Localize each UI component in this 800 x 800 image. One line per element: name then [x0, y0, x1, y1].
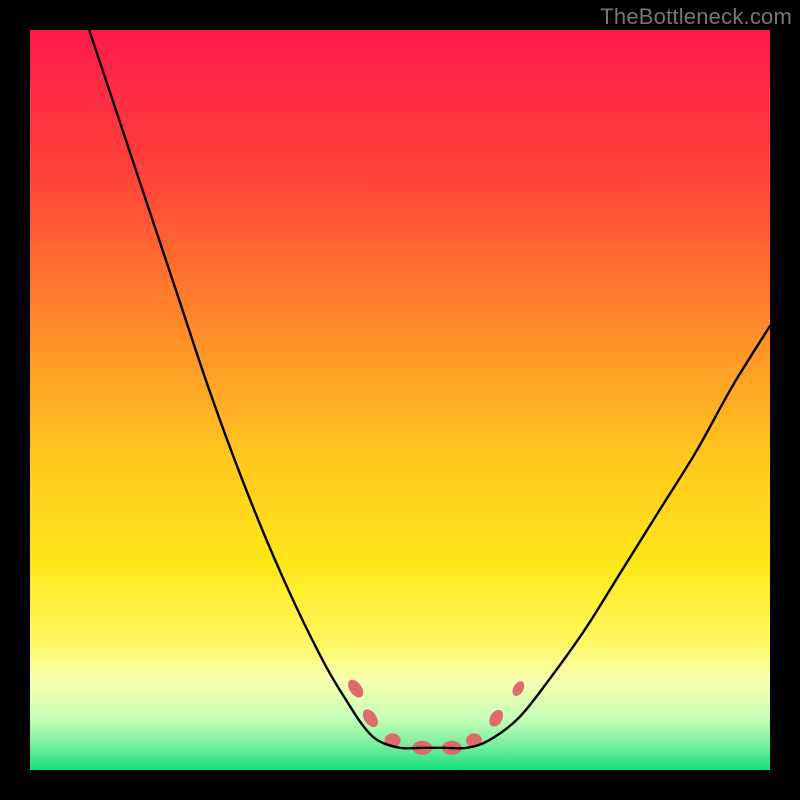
- chart-frame: [30, 30, 770, 770]
- bottleneck-curve-chart: [30, 30, 770, 770]
- gradient-background: [30, 30, 770, 770]
- watermark-text: TheBottleneck.com: [600, 4, 792, 30]
